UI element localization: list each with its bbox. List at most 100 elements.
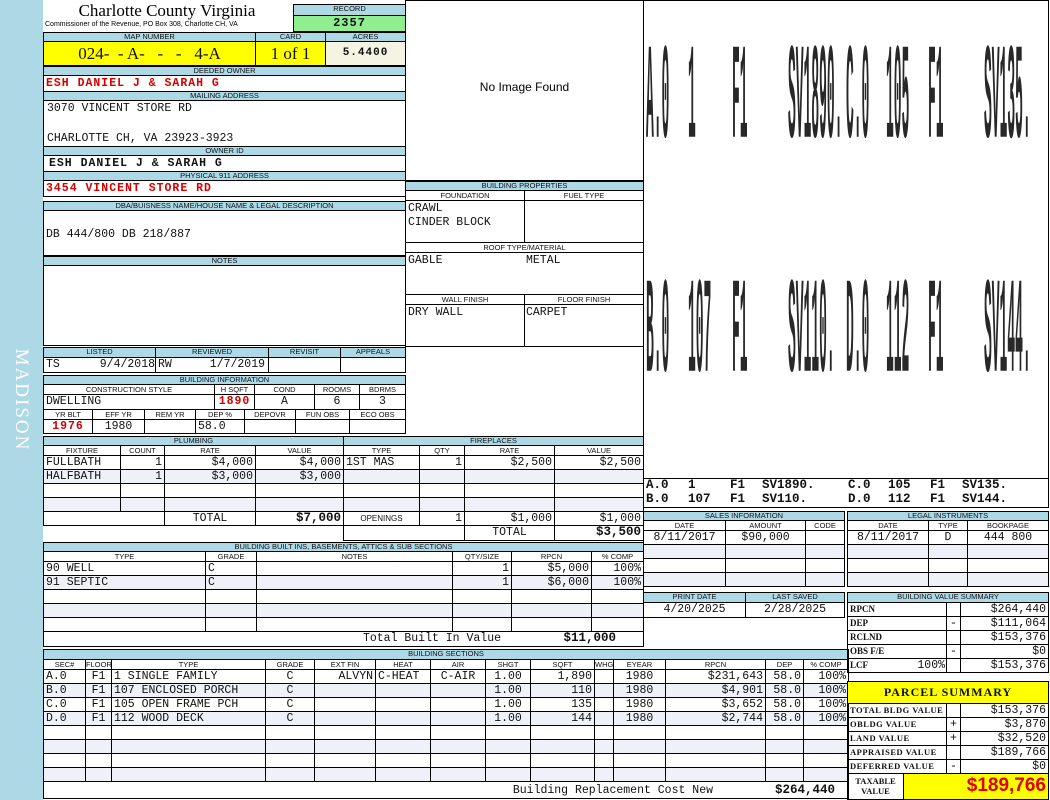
legal-row-cell	[847, 572, 929, 587]
building-section-row-cell	[111, 739, 266, 754]
built-in-row-cell	[452, 603, 512, 618]
building-info-value-cell	[244, 419, 296, 434]
building-info-value-cell: 3	[359, 394, 406, 410]
fireplace-row-cell	[464, 497, 555, 512]
sale-row-cell	[643, 572, 726, 587]
building-info-value-cell: 1980	[92, 419, 145, 434]
plumbing-row-cell: $4,000	[164, 455, 256, 470]
building-section-row-cell	[594, 767, 614, 782]
parcel-summary-sign: +	[946, 717, 961, 732]
county-subtitle: Commissioner of the Revenue, PO Box 308,…	[45, 21, 238, 28]
built-in-row-cell: 91 SEPTIC	[43, 575, 206, 590]
built-in-row-cell	[205, 589, 257, 604]
building-section-row-cell: C	[265, 711, 315, 726]
fuel-type-box	[524, 200, 644, 243]
value-summary-sign: -	[946, 616, 961, 631]
parcel-summary-label: TOTAL BLDG VALUE	[847, 703, 947, 718]
roof-material: METAL	[526, 254, 561, 267]
review-row-cell	[268, 357, 341, 373]
building-section-row-cell	[314, 739, 376, 754]
building-section-row-cell	[314, 711, 376, 726]
legal-row-cell	[967, 544, 1049, 559]
building-section-row-cell	[375, 753, 431, 768]
sale-row-cell	[725, 544, 806, 559]
building-section-row-cell	[85, 767, 112, 782]
building-info-value-cell: DWELLING	[43, 394, 215, 410]
mailing-line1: 3070 VINCENT STORE RD	[47, 102, 192, 115]
taxable-value: $189,766	[903, 773, 1049, 800]
physical-address: 3454 VINCENT STORE RD	[43, 180, 406, 197]
building-section-row-cell	[765, 725, 804, 740]
built-ins-total-label: Total Built In Value	[362, 632, 501, 645]
built-in-row-cell	[256, 617, 453, 632]
building-section-row-cell	[530, 725, 595, 740]
foundation-2: CINDER BLOCK	[408, 216, 491, 229]
building-section-row-cell	[594, 669, 614, 684]
value-summary-sign	[946, 658, 961, 673]
floor-finish: CARPET	[526, 306, 568, 319]
building-section-row-cell	[375, 739, 431, 754]
parcel-summary-title: PARCEL SUMMARY	[847, 681, 1049, 704]
building-section-row-cell: 100%	[803, 711, 849, 726]
building-section-row-cell: F1	[85, 683, 112, 698]
built-in-row-cell	[256, 575, 453, 590]
building-section-row-cell: 1980	[613, 697, 666, 712]
sections-total-label: Building Replacement Cost New	[512, 784, 713, 797]
plumbing-row-cell: 1	[120, 455, 165, 470]
fireplace-total-blank	[343, 525, 465, 541]
legal-row-cell: 8/11/2017	[847, 530, 929, 545]
building-section-row-cell: 58.0	[765, 669, 804, 684]
dates-value-cell: 4/20/2025	[643, 602, 746, 618]
building-section-row-cell	[111, 753, 266, 768]
building-section-row-cell	[594, 683, 614, 698]
plumbing-row-cell: FULLBATH	[43, 455, 121, 470]
plumbing-row-cell	[43, 497, 121, 512]
building-section-row-cell: 135	[530, 697, 595, 712]
built-in-row-cell	[591, 589, 644, 604]
building-info-value-cell	[349, 419, 406, 434]
building-section-row-cell: B.0	[43, 683, 86, 698]
building-section-row-cell	[594, 753, 614, 768]
building-section-row-cell: A.0	[43, 669, 86, 684]
value-summary-value: $111,064	[960, 616, 1049, 631]
parcel-summary-value: $3,870	[960, 717, 1049, 732]
building-section-row-cell	[314, 697, 376, 712]
building-section-row-cell: C-AIR	[430, 669, 486, 684]
building-section-row-cell: F1	[85, 711, 112, 726]
plumbing-row-cell	[255, 483, 344, 498]
building-section-row-cell: C.0	[43, 697, 86, 712]
building-section-row-cell	[314, 725, 376, 740]
plumbing-row-cell: 1	[120, 469, 165, 484]
building-section-row-cell: 107 ENCLOSED PORCH	[111, 683, 266, 698]
building-section-row-cell: 1980	[613, 669, 666, 684]
built-in-row-cell	[452, 617, 512, 632]
legal-row-cell	[928, 544, 968, 559]
parcel-summary-value: $153,376	[960, 703, 1049, 718]
acres-value: 5.4400	[325, 41, 406, 66]
built-in-row-cell: C	[205, 575, 257, 590]
fireplace-row-cell: $2,500	[554, 455, 644, 470]
plumbing-row-cell	[164, 497, 256, 512]
building-section-row-cell: 1.00	[485, 711, 531, 726]
building-section-row-cell	[265, 767, 315, 782]
sale-row-cell	[805, 558, 845, 573]
building-section-row-cell	[765, 767, 804, 782]
building-section-row-cell	[375, 767, 431, 782]
building-section-row-cell	[111, 767, 266, 782]
county-title: Charlotte County Virginia	[78, 2, 256, 20]
sale-row-cell	[805, 530, 845, 545]
building-section-row-cell: F1	[85, 697, 112, 712]
legal-row-cell	[967, 558, 1049, 573]
building-section-row-cell	[613, 739, 666, 754]
sketch-legend-box	[643, 478, 1049, 508]
building-section-row-cell: 1980	[613, 683, 666, 698]
fireplace-row-cell	[554, 483, 644, 498]
built-in-row-cell	[256, 561, 453, 576]
fireplace-row-cell	[554, 497, 644, 512]
building-section-row-cell	[85, 753, 112, 768]
building-section-row-cell	[665, 767, 766, 782]
sketch-label-large: SV144.	[984, 264, 1031, 417]
notes-box	[43, 265, 406, 346]
parcel-summary-sign: -	[946, 759, 961, 774]
building-section-row-cell	[530, 739, 595, 754]
